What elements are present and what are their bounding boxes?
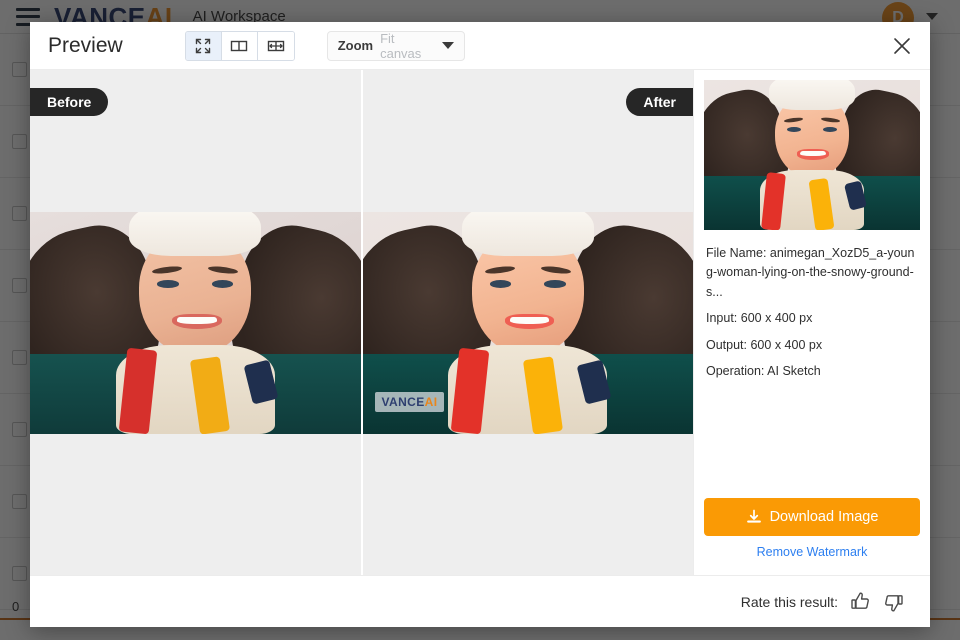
modal-footer: Rate this result: [30,575,930,627]
after-pane[interactable]: After VANCEAI [362,70,693,575]
download-image-button[interactable]: Download Image [704,498,920,536]
meta-output: Output: 600 x 400 px [706,336,918,355]
before-pane[interactable]: Before [30,70,363,575]
thumbs-up-icon[interactable] [848,590,872,614]
after-badge: After [626,88,693,116]
meta-file-name-key: File Name: [706,246,767,260]
result-thumbnail[interactable] [704,80,920,230]
info-actions: Download Image Remove Watermark [704,498,920,575]
meta-operation-key: Operation: [706,363,765,378]
thumbs-down-icon[interactable] [882,590,906,614]
compare-slider-icon [267,40,284,51]
view-mode-side-by-side-button[interactable] [221,31,258,60]
view-mode-fit-screen-button[interactable] [185,31,222,60]
remove-watermark-link[interactable]: Remove Watermark [757,545,868,559]
after-image[interactable]: VANCEAI [362,211,693,434]
info-panel: File Name: animegan_XozD5_a-young-woman-… [693,70,930,575]
meta-operation: Operation: AI Sketch [706,362,918,381]
view-mode-compare-slider-button[interactable] [257,31,294,60]
rate-this-result-label: Rate this result: [740,593,838,610]
meta-file-name: File Name: animegan_XozD5_a-young-woman-… [706,244,918,302]
meta-input: Input: 600 x 400 px [706,309,918,328]
zoom-value: Fit canvas [380,30,422,61]
comparison-canvas: Before After VANCEAI [30,70,693,575]
zoom-label: Zoom [337,38,374,53]
before-image[interactable] [30,211,361,434]
view-mode-group [184,30,295,61]
split-view-icon [231,40,248,51]
meta-input-value: 600 x 400 px [740,311,813,326]
vanceai-watermark: VANCEAI [374,391,445,412]
meta-output-value: 600 x 400 px [750,337,823,352]
expand-icon [196,38,211,53]
modal-body: Before After VANCEAI File Name: animegan… [30,70,930,575]
before-badge: Before [30,88,109,116]
modal-header: Preview Zoom Fit canvas [30,22,930,70]
watermark-vance-text: VANCE [381,394,425,409]
meta-output-key: Output: [706,337,747,352]
close-icon [894,38,910,54]
close-button[interactable] [890,34,914,58]
watermark-ai-text: AI [424,394,438,409]
preview-modal: Preview Zoom Fit canvas Before After VAN… [30,22,930,627]
meta-operation-value: AI Sketch [767,363,821,378]
download-icon [746,509,761,523]
download-image-label: Download Image [769,509,879,525]
chevron-down-icon [441,42,454,49]
meta-input-key: Input: [706,311,738,326]
file-metadata: File Name: animegan_XozD5_a-young-woman-… [704,230,920,388]
page-title: Preview [48,33,123,57]
zoom-select[interactable]: Zoom Fit canvas [326,30,465,61]
